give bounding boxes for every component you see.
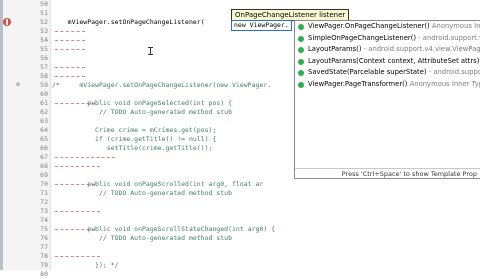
content-assist-list[interactable]: ViewPager.OnPageChangeListener() Anonymo… [295,21,480,147]
line-number: 76 [24,234,48,243]
line-number: 53 [24,27,48,36]
content-assist-item[interactable]: SavedState(Parcelable superState) - andr… [295,67,480,79]
line-number: 72 [24,198,48,207]
content-assist-item-detail: - android.support.v4.vi [416,34,480,42]
code-line[interactable]: 71 // TODO Auto-generated method stub [0,189,480,198]
code-text: // TODO Auto-generated method stub [52,189,232,198]
code-line[interactable]: 74 [0,216,480,225]
whitespace-marker [55,211,100,212]
whitespace-marker [55,157,115,158]
fold-toggle-icon[interactable]: ⊖ [15,82,21,88]
line-number: 74 [24,216,48,225]
line-number: 61 [24,99,48,108]
line-number: 73 [24,207,48,216]
line-number: 70 [24,180,48,189]
line-number: 75 [24,225,48,234]
content-assist-footer-text: Press 'Ctrl+Space' to show Template Prop [342,170,477,178]
constructor-icon [298,36,304,42]
whitespace-marker [55,166,100,167]
code-editor[interactable]: 505152 mViewPager.setOnPageChangeListene… [0,0,480,270]
line-number: 56 [24,54,48,63]
line-number: 64 [24,126,48,135]
line-number: 57 [24,63,48,72]
content-assist-popup[interactable]: ViewPager.OnPageChangeListener() Anonymo… [294,20,480,179]
content-assist-item-label: LayoutParams() [308,45,362,53]
parameter-hint-text: OnPageChangeListener listener [235,11,345,19]
code-line[interactable]: 79 }); */ [0,261,480,270]
whitespace-marker [55,40,85,41]
code-text: public void onPageScrolled(int arg0, flo… [52,180,263,189]
whitespace-marker [55,67,85,68]
whitespace-marker [55,256,100,257]
whitespace-marker [55,76,85,77]
content-assist-item-label: ViewPager.OnPageChangeListener() [308,22,430,30]
error-icon[interactable] [3,18,11,26]
line-number: 79 [24,261,48,270]
typed-expression-text: new ViewPager. [234,21,289,29]
constructor-icon [298,47,304,53]
code-text: public void onPageSelected(int pos) { [52,99,232,108]
line-number: 65 [24,135,48,144]
line-number: 62 [24,108,48,117]
code-text: public void onPageScrollStateChanged(int… [52,225,275,234]
line-number: 50 [24,0,48,9]
content-assist-item[interactable]: ViewPager.PageTransformer() Anonymous In… [295,79,480,91]
constructor-icon [298,70,304,76]
whitespace-marker [55,49,85,50]
code-text: mViewPager.setOnPageChangeListener( [52,18,205,27]
code-line[interactable]: 70 public void onPageScrolled(int arg0, … [0,180,480,189]
content-assist-item[interactable]: LayoutParams(Context context, AttributeS… [295,56,480,68]
code-line[interactable]: 78 [0,252,480,261]
line-number: 71 [24,189,48,198]
code-text: setTitle(crime.getTitle()); [52,144,212,153]
content-assist-item[interactable]: LayoutParams() - android.support.v4.view… [295,44,480,56]
code-line[interactable]: 80 [0,270,480,279]
constructor-icon [298,59,304,65]
line-number: 52 [24,18,48,27]
line-number: 54 [24,36,48,45]
whitespace-marker [55,31,85,32]
code-line[interactable]: 75 public void onPageScrollStateChanged(… [0,225,480,234]
code-text: /* mViewPager.setOnPageChangeListener(ne… [52,81,271,90]
content-assist-item-detail: Anonymous Inner Type [407,80,480,88]
line-number: 69 [24,171,48,180]
content-assist-item-label: ViewPager.PageTransformer() [308,80,407,88]
code-line[interactable]: 73 [0,207,480,216]
line-number: 51 [24,9,48,18]
content-assist-item[interactable]: SimpleOnPageChangeListener() - android.s… [295,33,480,45]
line-number: 67 [24,153,48,162]
content-assist-item-detail: - android.support.v4 [427,68,480,76]
code-line[interactable]: 50 [0,0,480,9]
line-number: 60 [24,90,48,99]
code-text: }); */ [52,261,119,270]
line-number: 77 [24,243,48,252]
line-number: 68 [24,162,48,171]
code-text: Crime crime = mCrimes.get(pos); [52,126,216,135]
code-text: if (crime.getTitle() != null) { [52,135,216,144]
content-assist-item-label: LayoutParams(Context context, AttributeS… [308,57,479,65]
line-number: 78 [24,252,48,261]
code-line[interactable]: 76 // TODO Auto-generated method stub [0,234,480,243]
line-number: 58 [24,72,48,81]
content-assist-item-detail: Anonymous Inne [430,22,480,30]
line-number: 59 [24,81,48,90]
constructor-icon [298,24,304,30]
code-line[interactable]: 77 [0,243,480,252]
line-number: 55 [24,45,48,54]
line-number: 66 [24,144,48,153]
constructor-icon [298,82,304,88]
code-line[interactable]: 72 [0,198,480,207]
text-cursor-icon [150,47,153,55]
content-assist-item-detail: - android.support.v4.view.ViewPager.L [362,45,480,53]
content-assist-footer: Press 'Ctrl+Space' to show Template Prop [295,168,480,178]
code-text: // TODO Auto-generated method stub [52,234,232,243]
line-number: 80 [24,270,48,279]
line-number: 63 [24,117,48,126]
content-assist-item-label: SimpleOnPageChangeListener() [308,34,416,42]
code-text: // TODO Auto-generated method stub [52,108,232,117]
content-assist-item-label: SavedState(Parcelable superState) [308,68,427,76]
content-assist-item[interactable]: ViewPager.OnPageChangeListener() Anonymo… [295,21,480,33]
typed-expression[interactable]: new ViewPager. [231,20,292,31]
